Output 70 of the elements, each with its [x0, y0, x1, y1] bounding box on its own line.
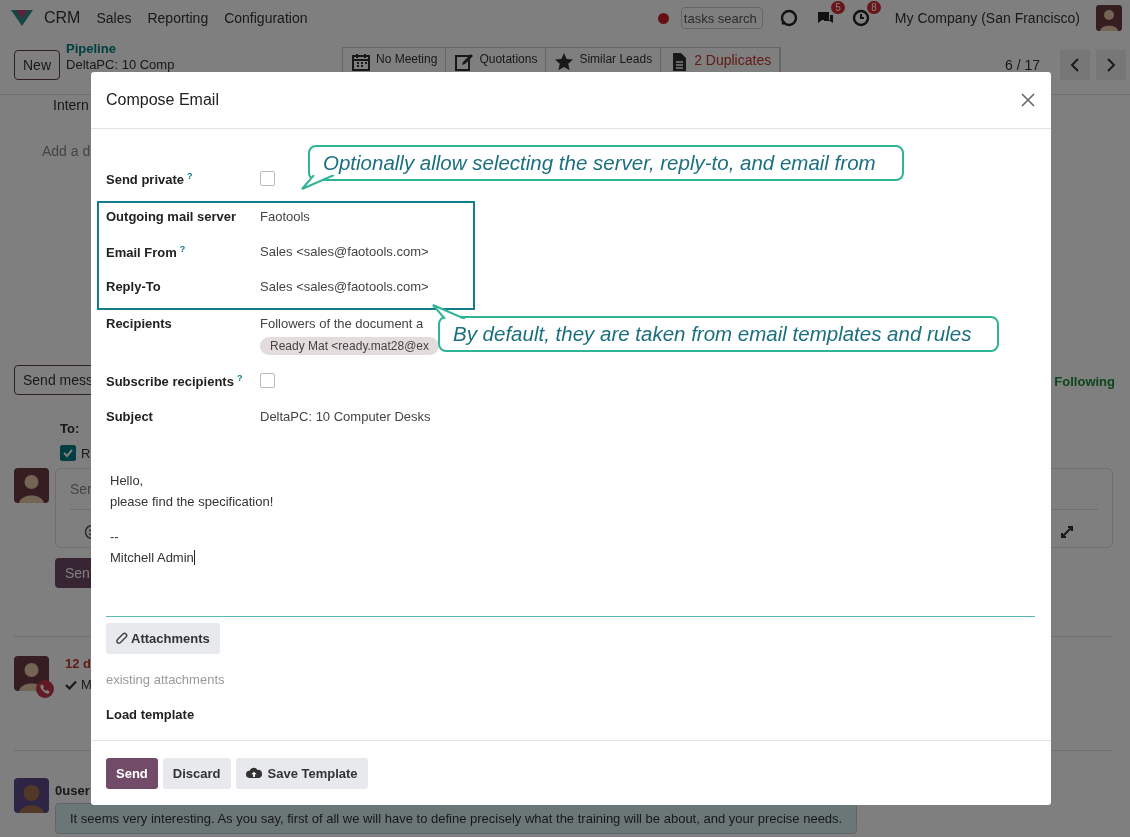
status-dot-icon — [657, 12, 669, 24]
field-value[interactable]: Sales <sales@faotools.com> — [260, 244, 429, 259]
checkbox[interactable] — [260, 171, 275, 186]
field-label: Load template — [106, 707, 196, 722]
activity-summary: M — [81, 677, 92, 692]
notification-badge: 5 — [831, 1, 845, 14]
attachments-button[interactable]: Attachments — [106, 623, 220, 654]
phone-icon — [36, 680, 54, 698]
pager-counter: 6 / 17 — [1004, 57, 1040, 73]
edit-icon — [454, 52, 475, 72]
composer-placeholder: Ser — [70, 481, 92, 497]
breadcrumb-link[interactable]: Pipeline — [66, 41, 116, 56]
company-switcher[interactable]: My Company (San Francisco) — [894, 10, 1080, 26]
message-author: 0user — [55, 783, 90, 798]
dialog-title: Compose Email — [106, 91, 219, 109]
recipients-label: To: — [60, 421, 80, 436]
clock-icon[interactable] — [850, 8, 871, 28]
description-field[interactable]: Add a d — [42, 143, 91, 159]
save-template-button[interactable]: Save Template — [235, 757, 368, 789]
message-bubble: It seems very interesting. As you say, first of all we will have to define precisely what the training will be about, and your precise needs. — [55, 803, 858, 834]
field-label: Intern — [53, 97, 89, 113]
message-body-editor[interactable]: Hello, please find the specification! -- Mitchell Admin — [106, 461, 1035, 617]
field-value[interactable]: Followers of the document a — [260, 316, 424, 331]
field-label: Outgoing mail server — [106, 209, 238, 224]
discard-button[interactable]: Discard — [162, 757, 231, 789]
calendar-icon — [351, 52, 371, 72]
new-button[interactable]: New — [14, 50, 60, 80]
chevron-right-icon — [1106, 57, 1116, 73]
menu-item[interactable]: Sales — [96, 10, 132, 26]
expand-icon[interactable] — [1060, 525, 1074, 539]
checkbox[interactable] — [60, 445, 76, 461]
app-name[interactable]: CRM — [44, 9, 81, 27]
avatar-icon[interactable] — [1096, 5, 1122, 31]
field-label: Subscribe recipients $^{?}$ — [106, 373, 244, 390]
field-value[interactable]: Faotools — [260, 209, 310, 224]
body-text: -- — [110, 529, 120, 544]
search-field[interactable]: tasks search — [680, 7, 763, 29]
check-icon — [65, 679, 77, 690]
recipient-label: R — [81, 445, 91, 461]
paperclip-icon — [116, 631, 128, 646]
cloud-upload-icon — [245, 767, 262, 779]
menu-item[interactable]: Reporting — [147, 10, 209, 26]
following-button[interactable]: Following — [1054, 374, 1115, 389]
field-label: Recipients — [106, 316, 173, 331]
body-text: please find the specification! — [110, 494, 275, 509]
chevron-left-icon — [1070, 57, 1080, 73]
close-icon[interactable] — [1020, 92, 1036, 108]
body-text: Mitchell Admin — [110, 550, 195, 565]
recipient-tag[interactable]: Ready Mat <ready.mat28@ex — [260, 337, 440, 355]
activity-date: 12 d — [65, 656, 91, 671]
record-title: DeltaPC: 10 Comp — [66, 57, 175, 72]
field-value[interactable]: Sales <sales@faotools.com> — [260, 279, 429, 294]
attachments-field[interactable]: existing attachments — [106, 672, 1035, 687]
field-label: Subject — [106, 409, 154, 424]
previous-button[interactable] — [1060, 50, 1090, 80]
checkbox[interactable] — [260, 373, 275, 388]
send-button[interactable]: Send — [106, 757, 158, 789]
field-label: Reply-To — [106, 279, 162, 294]
star-icon — [554, 52, 575, 72]
avatar-icon — [14, 778, 49, 813]
logo-icon[interactable] — [10, 8, 34, 28]
notification-badge: 8 — [867, 1, 881, 14]
field-value[interactable]: DeltaPC: 10 Computer Desks — [260, 409, 431, 424]
field-label: Email From $^{?}$ — [106, 244, 187, 261]
avatar-icon — [14, 468, 49, 503]
body-text: Hello, — [110, 473, 145, 488]
field-label: Send private $^{?}$ — [106, 171, 194, 188]
next-button[interactable] — [1096, 50, 1126, 80]
menu-item[interactable]: Configuration — [224, 10, 308, 26]
refresh-icon[interactable] — [778, 8, 799, 28]
